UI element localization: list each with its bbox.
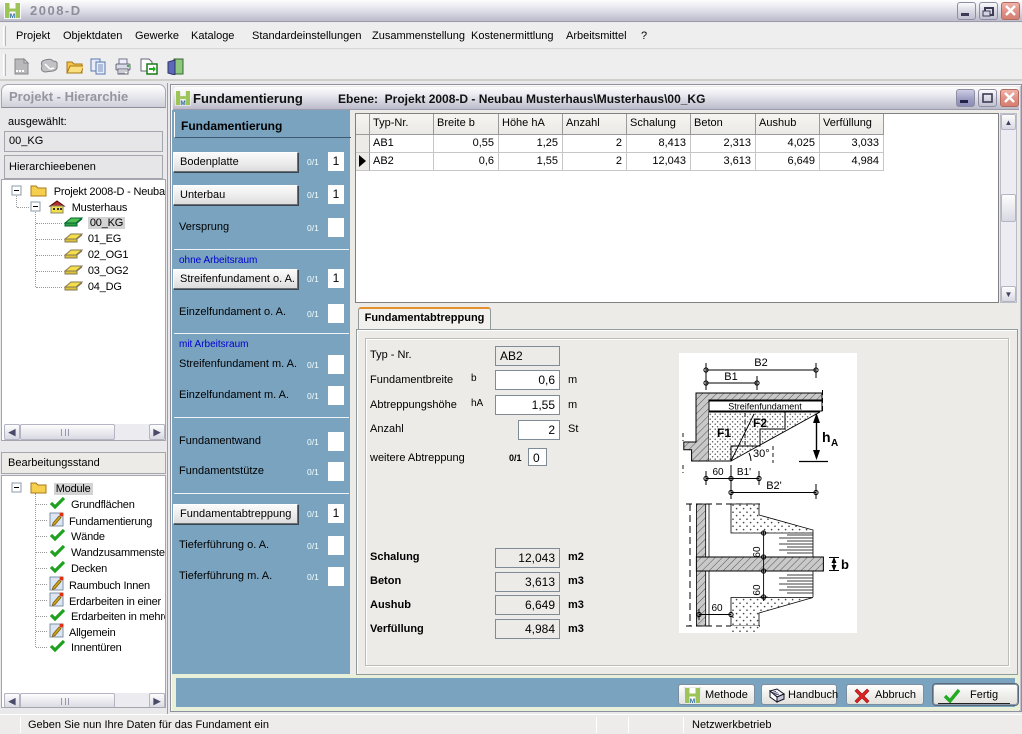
svg-text:30°: 30°	[753, 448, 770, 460]
svg-text:M: M	[10, 13, 15, 19]
svg-text:b: b	[841, 557, 849, 572]
svg-text:Streifenfundament: Streifenfundament	[728, 402, 802, 412]
svg-text:60: 60	[711, 603, 723, 614]
svg-text:F1: F1	[717, 426, 731, 440]
svg-text:B2: B2	[754, 357, 767, 369]
svg-text:B2': B2'	[766, 480, 782, 492]
svg-text:M: M	[180, 100, 185, 106]
svg-text:h: h	[822, 429, 831, 445]
svg-text:A: A	[831, 438, 838, 449]
svg-text:60: 60	[712, 467, 724, 478]
svg-text:B1: B1	[724, 371, 737, 383]
svg-text:60: 60	[752, 584, 763, 596]
svg-text:B1': B1'	[737, 467, 751, 478]
svg-text:F2: F2	[753, 416, 767, 430]
